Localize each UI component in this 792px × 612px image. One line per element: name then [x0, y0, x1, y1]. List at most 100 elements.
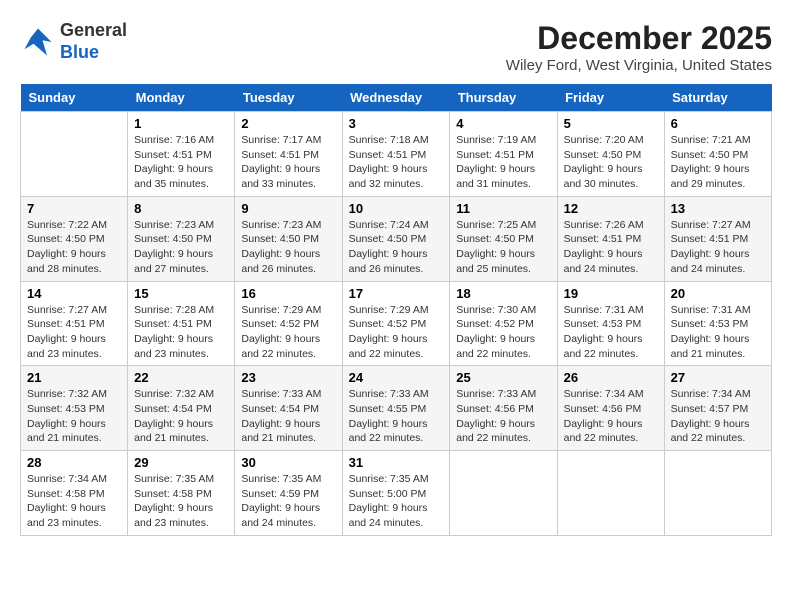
- day-number: 18: [456, 286, 550, 301]
- day-number: 8: [134, 201, 228, 216]
- day-number: 23: [241, 370, 335, 385]
- day-number: 3: [349, 116, 444, 131]
- calendar-cell: 19Sunrise: 7:31 AM Sunset: 4:53 PM Dayli…: [557, 281, 664, 366]
- day-number: 26: [564, 370, 658, 385]
- calendar-cell: 20 Sunrise: 7:31 AM Sunset: 4:53 PM Dayli…: [664, 281, 771, 366]
- calendar-week-row: 28Sunrise: 7:34 AM Sunset: 4:58 PM Dayli…: [21, 451, 772, 536]
- header-tuesday: Tuesday: [235, 84, 342, 112]
- header-monday: Monday: [128, 84, 235, 112]
- day-info: Sunrise: 7:31 AM Sunset: 4:53 PM Dayligh…: [671, 303, 765, 362]
- day-number: 29: [134, 455, 228, 470]
- day-info: Sunrise: 7:32 AM Sunset: 4:54 PM Dayligh…: [134, 387, 228, 446]
- day-number: 20: [671, 286, 765, 301]
- calendar-cell: [557, 451, 664, 536]
- calendar-table: Sunday Monday Tuesday Wednesday Thursday…: [20, 84, 772, 536]
- day-info: Sunrise: 7:34 AM Sunset: 4:57 PM Dayligh…: [671, 387, 765, 446]
- day-number: 22: [134, 370, 228, 385]
- day-number: 15: [134, 286, 228, 301]
- day-info: Sunrise: 7:26 AM Sunset: 4:51 PM Dayligh…: [564, 218, 658, 277]
- calendar-cell: 8 Sunrise: 7:23 AM Sunset: 4:50 PM Daylig…: [128, 196, 235, 281]
- day-number: 5: [564, 116, 658, 131]
- month-title: December 2025: [506, 20, 772, 57]
- day-number: 16: [241, 286, 335, 301]
- day-info: Sunrise: 7:22 AM Sunset: 4:50 PM Dayligh…: [27, 218, 121, 277]
- calendar-cell: 1 Sunrise: 7:16 AM Sunset: 4:51 PM Daylig…: [128, 112, 235, 197]
- calendar-week-row: 14 Sunrise: 7:27 AM Sunset: 4:51 PM Dayli…: [21, 281, 772, 366]
- day-info: Sunrise: 7:19 AM Sunset: 4:51 PM Dayligh…: [456, 133, 550, 192]
- calendar-header-row: Sunday Monday Tuesday Wednesday Thursday…: [21, 84, 772, 112]
- calendar-cell: 15Sunrise: 7:28 AM Sunset: 4:51 PM Dayli…: [128, 281, 235, 366]
- header-sunday: Sunday: [21, 84, 128, 112]
- calendar-cell: 12 Sunrise: 7:26 AM Sunset: 4:51 PM Dayli…: [557, 196, 664, 281]
- day-number: 14: [27, 286, 121, 301]
- day-number: 27: [671, 370, 765, 385]
- calendar-cell: 30 Sunrise: 7:35 AM Sunset: 4:59 PM Dayli…: [235, 451, 342, 536]
- day-info: Sunrise: 7:32 AM Sunset: 4:53 PM Dayligh…: [27, 387, 121, 446]
- day-info: Sunrise: 7:34 AM Sunset: 4:56 PM Dayligh…: [564, 387, 658, 446]
- day-number: 31: [349, 455, 444, 470]
- calendar-cell: 27 Sunrise: 7:34 AM Sunset: 4:57 PM Dayli…: [664, 366, 771, 451]
- calendar-cell: 13 Sunrise: 7:27 AM Sunset: 4:51 PM Dayli…: [664, 196, 771, 281]
- day-info: Sunrise: 7:31 AM Sunset: 4:53 PM Dayligh…: [564, 303, 658, 362]
- day-info: Sunrise: 7:25 AM Sunset: 4:50 PM Dayligh…: [456, 218, 550, 277]
- page-header: General Blue December 2025 Wiley Ford, W…: [20, 20, 772, 74]
- day-number: 1: [134, 116, 228, 131]
- day-info: Sunrise: 7:27 AM Sunset: 4:51 PM Dayligh…: [27, 303, 121, 362]
- day-number: 11: [456, 201, 550, 216]
- location-title: Wiley Ford, West Virginia, United States: [506, 57, 772, 74]
- day-info: Sunrise: 7:17 AM Sunset: 4:51 PM Dayligh…: [241, 133, 335, 192]
- calendar-cell: [21, 112, 128, 197]
- day-info: Sunrise: 7:35 AM Sunset: 4:58 PM Dayligh…: [134, 472, 228, 531]
- day-number: 24: [349, 370, 444, 385]
- calendar-cell: 18 Sunrise: 7:30 AM Sunset: 4:52 PM Dayli…: [450, 281, 557, 366]
- day-number: 10: [349, 201, 444, 216]
- logo-icon: [20, 24, 56, 60]
- day-number: 4: [456, 116, 550, 131]
- day-info: Sunrise: 7:33 AM Sunset: 4:55 PM Dayligh…: [349, 387, 444, 446]
- calendar-cell: 6Sunrise: 7:21 AM Sunset: 4:50 PM Daylig…: [664, 112, 771, 197]
- day-info: Sunrise: 7:18 AM Sunset: 4:51 PM Dayligh…: [349, 133, 444, 192]
- logo-text: General Blue: [60, 20, 127, 63]
- calendar-cell: 21 Sunrise: 7:32 AM Sunset: 4:53 PM Dayli…: [21, 366, 128, 451]
- header-saturday: Saturday: [664, 84, 771, 112]
- day-info: Sunrise: 7:29 AM Sunset: 4:52 PM Dayligh…: [241, 303, 335, 362]
- day-number: 17: [349, 286, 444, 301]
- day-info: Sunrise: 7:29 AM Sunset: 4:52 PM Dayligh…: [349, 303, 444, 362]
- calendar-cell: [450, 451, 557, 536]
- calendar-cell: 29 Sunrise: 7:35 AM Sunset: 4:58 PM Dayli…: [128, 451, 235, 536]
- day-number: 13: [671, 201, 765, 216]
- day-info: Sunrise: 7:20 AM Sunset: 4:50 PM Dayligh…: [564, 133, 658, 192]
- day-info: Sunrise: 7:30 AM Sunset: 4:52 PM Dayligh…: [456, 303, 550, 362]
- calendar-cell: 25 Sunrise: 7:33 AM Sunset: 4:56 PM Dayli…: [450, 366, 557, 451]
- day-info: Sunrise: 7:16 AM Sunset: 4:51 PM Dayligh…: [134, 133, 228, 192]
- day-info: Sunrise: 7:34 AM Sunset: 4:58 PM Dayligh…: [27, 472, 121, 531]
- day-info: Sunrise: 7:24 AM Sunset: 4:50 PM Dayligh…: [349, 218, 444, 277]
- day-info: Sunrise: 7:27 AM Sunset: 4:51 PM Dayligh…: [671, 218, 765, 277]
- day-number: 25: [456, 370, 550, 385]
- day-info: Sunrise: 7:35 AM Sunset: 4:59 PM Dayligh…: [241, 472, 335, 531]
- calendar-cell: 7 Sunrise: 7:22 AM Sunset: 4:50 PM Daylig…: [21, 196, 128, 281]
- calendar-cell: 11 Sunrise: 7:25 AM Sunset: 4:50 PM Dayli…: [450, 196, 557, 281]
- day-number: 30: [241, 455, 335, 470]
- calendar-cell: 10 Sunrise: 7:24 AM Sunset: 4:50 PM Dayli…: [342, 196, 450, 281]
- day-info: Sunrise: 7:23 AM Sunset: 4:50 PM Dayligh…: [134, 218, 228, 277]
- calendar-cell: 24 Sunrise: 7:33 AM Sunset: 4:55 PM Dayli…: [342, 366, 450, 451]
- calendar-cell: [664, 451, 771, 536]
- day-number: 7: [27, 201, 121, 216]
- day-info: Sunrise: 7:33 AM Sunset: 4:54 PM Dayligh…: [241, 387, 335, 446]
- calendar-cell: 28Sunrise: 7:34 AM Sunset: 4:58 PM Dayli…: [21, 451, 128, 536]
- day-number: 12: [564, 201, 658, 216]
- calendar-cell: 2Sunrise: 7:17 AM Sunset: 4:51 PM Daylig…: [235, 112, 342, 197]
- day-info: Sunrise: 7:33 AM Sunset: 4:56 PM Dayligh…: [456, 387, 550, 446]
- calendar-cell: 3 Sunrise: 7:18 AM Sunset: 4:51 PM Daylig…: [342, 112, 450, 197]
- calendar-cell: 23 Sunrise: 7:33 AM Sunset: 4:54 PM Dayli…: [235, 366, 342, 451]
- day-info: Sunrise: 7:23 AM Sunset: 4:50 PM Dayligh…: [241, 218, 335, 277]
- header-friday: Friday: [557, 84, 664, 112]
- title-block: December 2025 Wiley Ford, West Virginia,…: [506, 20, 772, 74]
- day-number: 21: [27, 370, 121, 385]
- calendar-cell: 26 Sunrise: 7:34 AM Sunset: 4:56 PM Dayli…: [557, 366, 664, 451]
- calendar-cell: 9Sunrise: 7:23 AM Sunset: 4:50 PM Daylig…: [235, 196, 342, 281]
- calendar-cell: 16 Sunrise: 7:29 AM Sunset: 4:52 PM Dayli…: [235, 281, 342, 366]
- day-info: Sunrise: 7:35 AM Sunset: 5:00 PM Dayligh…: [349, 472, 444, 531]
- day-info: Sunrise: 7:21 AM Sunset: 4:50 PM Dayligh…: [671, 133, 765, 192]
